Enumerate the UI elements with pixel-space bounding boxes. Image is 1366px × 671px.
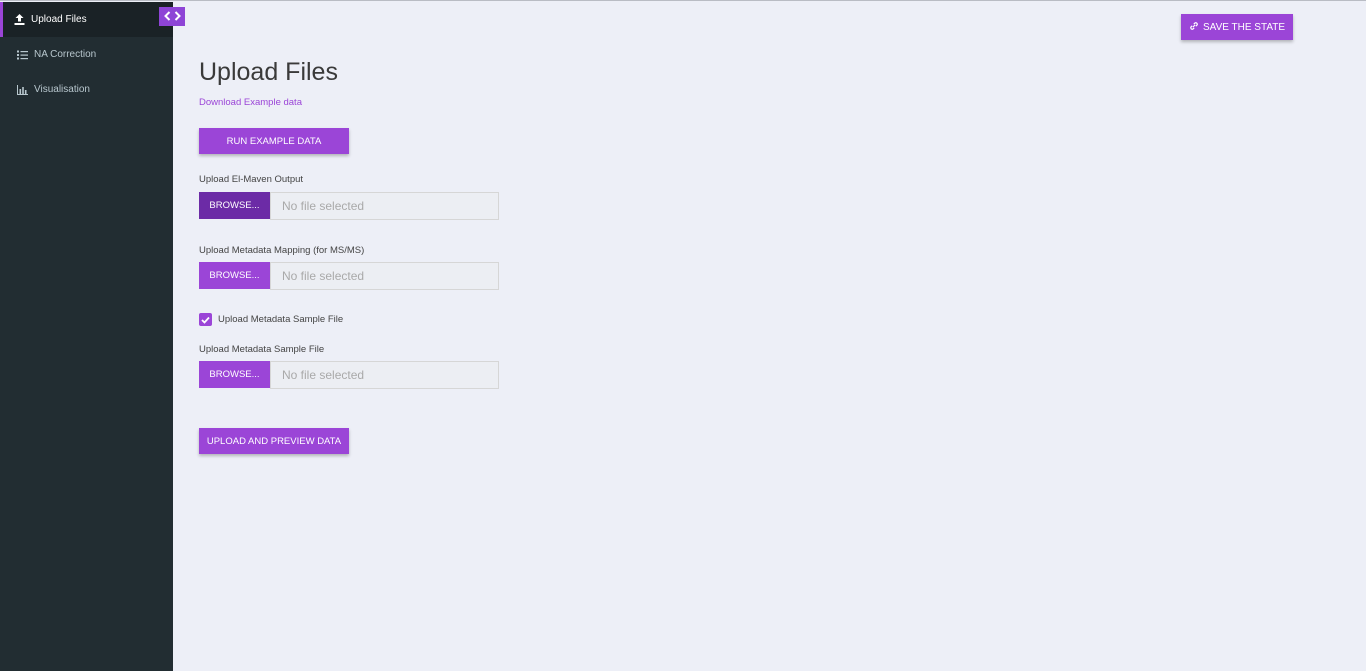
save-state-button[interactable]: SAVE THE STATE <box>1181 14 1293 40</box>
checkmark-icon <box>201 316 210 324</box>
run-example-button[interactable]: RUN EXAMPLE DATA <box>199 128 349 154</box>
save-state-label: SAVE THE STATE <box>1202 21 1286 33</box>
sidebar-item-label: Visualisation <box>34 84 90 95</box>
sidebar: Upload Files NA Correction Visualisation <box>0 2 173 671</box>
bar-chart-icon <box>16 84 29 96</box>
metadata-sample-checkbox-row[interactable]: Upload Metadata Sample File <box>199 313 343 326</box>
browse-button[interactable]: BROWSE... <box>199 361 270 388</box>
page-title: Upload Files <box>199 58 338 86</box>
link-icon <box>1189 21 1199 34</box>
metadata-mapping-file-input: BROWSE... No file selected <box>199 262 499 290</box>
sidebar-item-upload-files[interactable]: Upload Files <box>0 2 173 37</box>
el-maven-upload-label: Upload El-Maven Output <box>199 174 304 185</box>
file-name-field[interactable]: No file selected <box>270 262 499 290</box>
checkbox-label: Upload Metadata Sample File <box>218 314 344 325</box>
main-content: SAVE THE STATE Upload Files Download Exa… <box>173 2 1366 671</box>
file-name-field[interactable]: No file selected <box>270 192 499 220</box>
el-maven-file-input: BROWSE... No file selected <box>199 192 499 220</box>
metadata-sample-file-input: BROWSE... No file selected <box>199 361 499 389</box>
file-name-field[interactable]: No file selected <box>270 361 499 389</box>
chevron-left-icon <box>163 8 171 26</box>
list-check-icon <box>16 49 29 61</box>
metadata-sample-upload-label: Upload Metadata Sample File <box>199 344 325 355</box>
sidebar-item-label: NA Correction <box>34 49 97 60</box>
metadata-mapping-upload-label: Upload Metadata Mapping (for MS/MS) <box>199 245 365 256</box>
sidebar-item-label: Upload Files <box>31 14 87 25</box>
upload-preview-button[interactable]: UPLOAD AND PREVIEW DATA <box>199 428 349 454</box>
browse-button[interactable]: BROWSE... <box>199 262 270 289</box>
browse-button[interactable]: BROWSE... <box>199 192 270 219</box>
sidebar-item-na-correction[interactable]: NA Correction <box>0 37 173 72</box>
metadata-sample-checkbox[interactable] <box>199 313 212 326</box>
sidebar-item-visualisation[interactable]: Visualisation <box>0 72 173 107</box>
download-example-link[interactable]: Download Example data <box>199 97 302 108</box>
upload-icon <box>13 14 26 26</box>
